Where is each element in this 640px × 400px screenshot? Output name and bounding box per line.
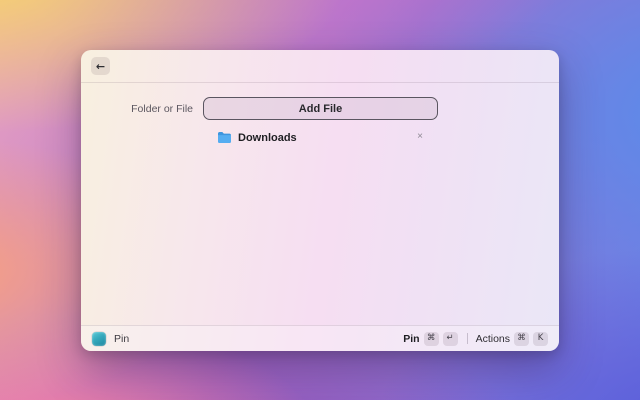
- file-list-item: Downloads ×: [81, 129, 559, 146]
- actions-menu-button[interactable]: Actions: [476, 333, 510, 345]
- back-button[interactable]: ←: [91, 57, 110, 75]
- app-name-label: Pin: [114, 332, 130, 345]
- return-key-badge: ↵: [442, 331, 458, 346]
- add-file-button[interactable]: Add File: [203, 97, 438, 120]
- form-content: Folder or File Add File Downloads ×: [81, 83, 559, 146]
- desktop-background: ← Folder or File Add File Downloads × Pi…: [0, 0, 640, 400]
- footer-actions: Pin ⌘ ↵ Actions ⌘ K: [403, 331, 548, 346]
- window-header: ←: [81, 50, 559, 83]
- field-label: Folder or File: [131, 102, 193, 115]
- cmd-key-badge: ⌘: [514, 331, 529, 346]
- folder-or-file-row: Folder or File Add File: [81, 97, 559, 120]
- remove-file-button[interactable]: ×: [413, 130, 427, 144]
- raycast-window: ← Folder or File Add File Downloads × Pi…: [81, 50, 559, 351]
- file-name: Downloads: [238, 131, 297, 144]
- pin-app-icon: [92, 331, 106, 346]
- folder-icon: [218, 132, 231, 143]
- primary-action-pin[interactable]: Pin: [403, 333, 419, 345]
- footer-app-info: Pin: [92, 331, 130, 346]
- action-bar: Pin Pin ⌘ ↵ Actions ⌘ K: [81, 325, 559, 351]
- k-key-badge: K: [533, 331, 548, 346]
- back-arrow-icon: ←: [95, 59, 106, 73]
- cmd-key-badge: ⌘: [423, 331, 439, 346]
- footer-divider: [466, 333, 468, 344]
